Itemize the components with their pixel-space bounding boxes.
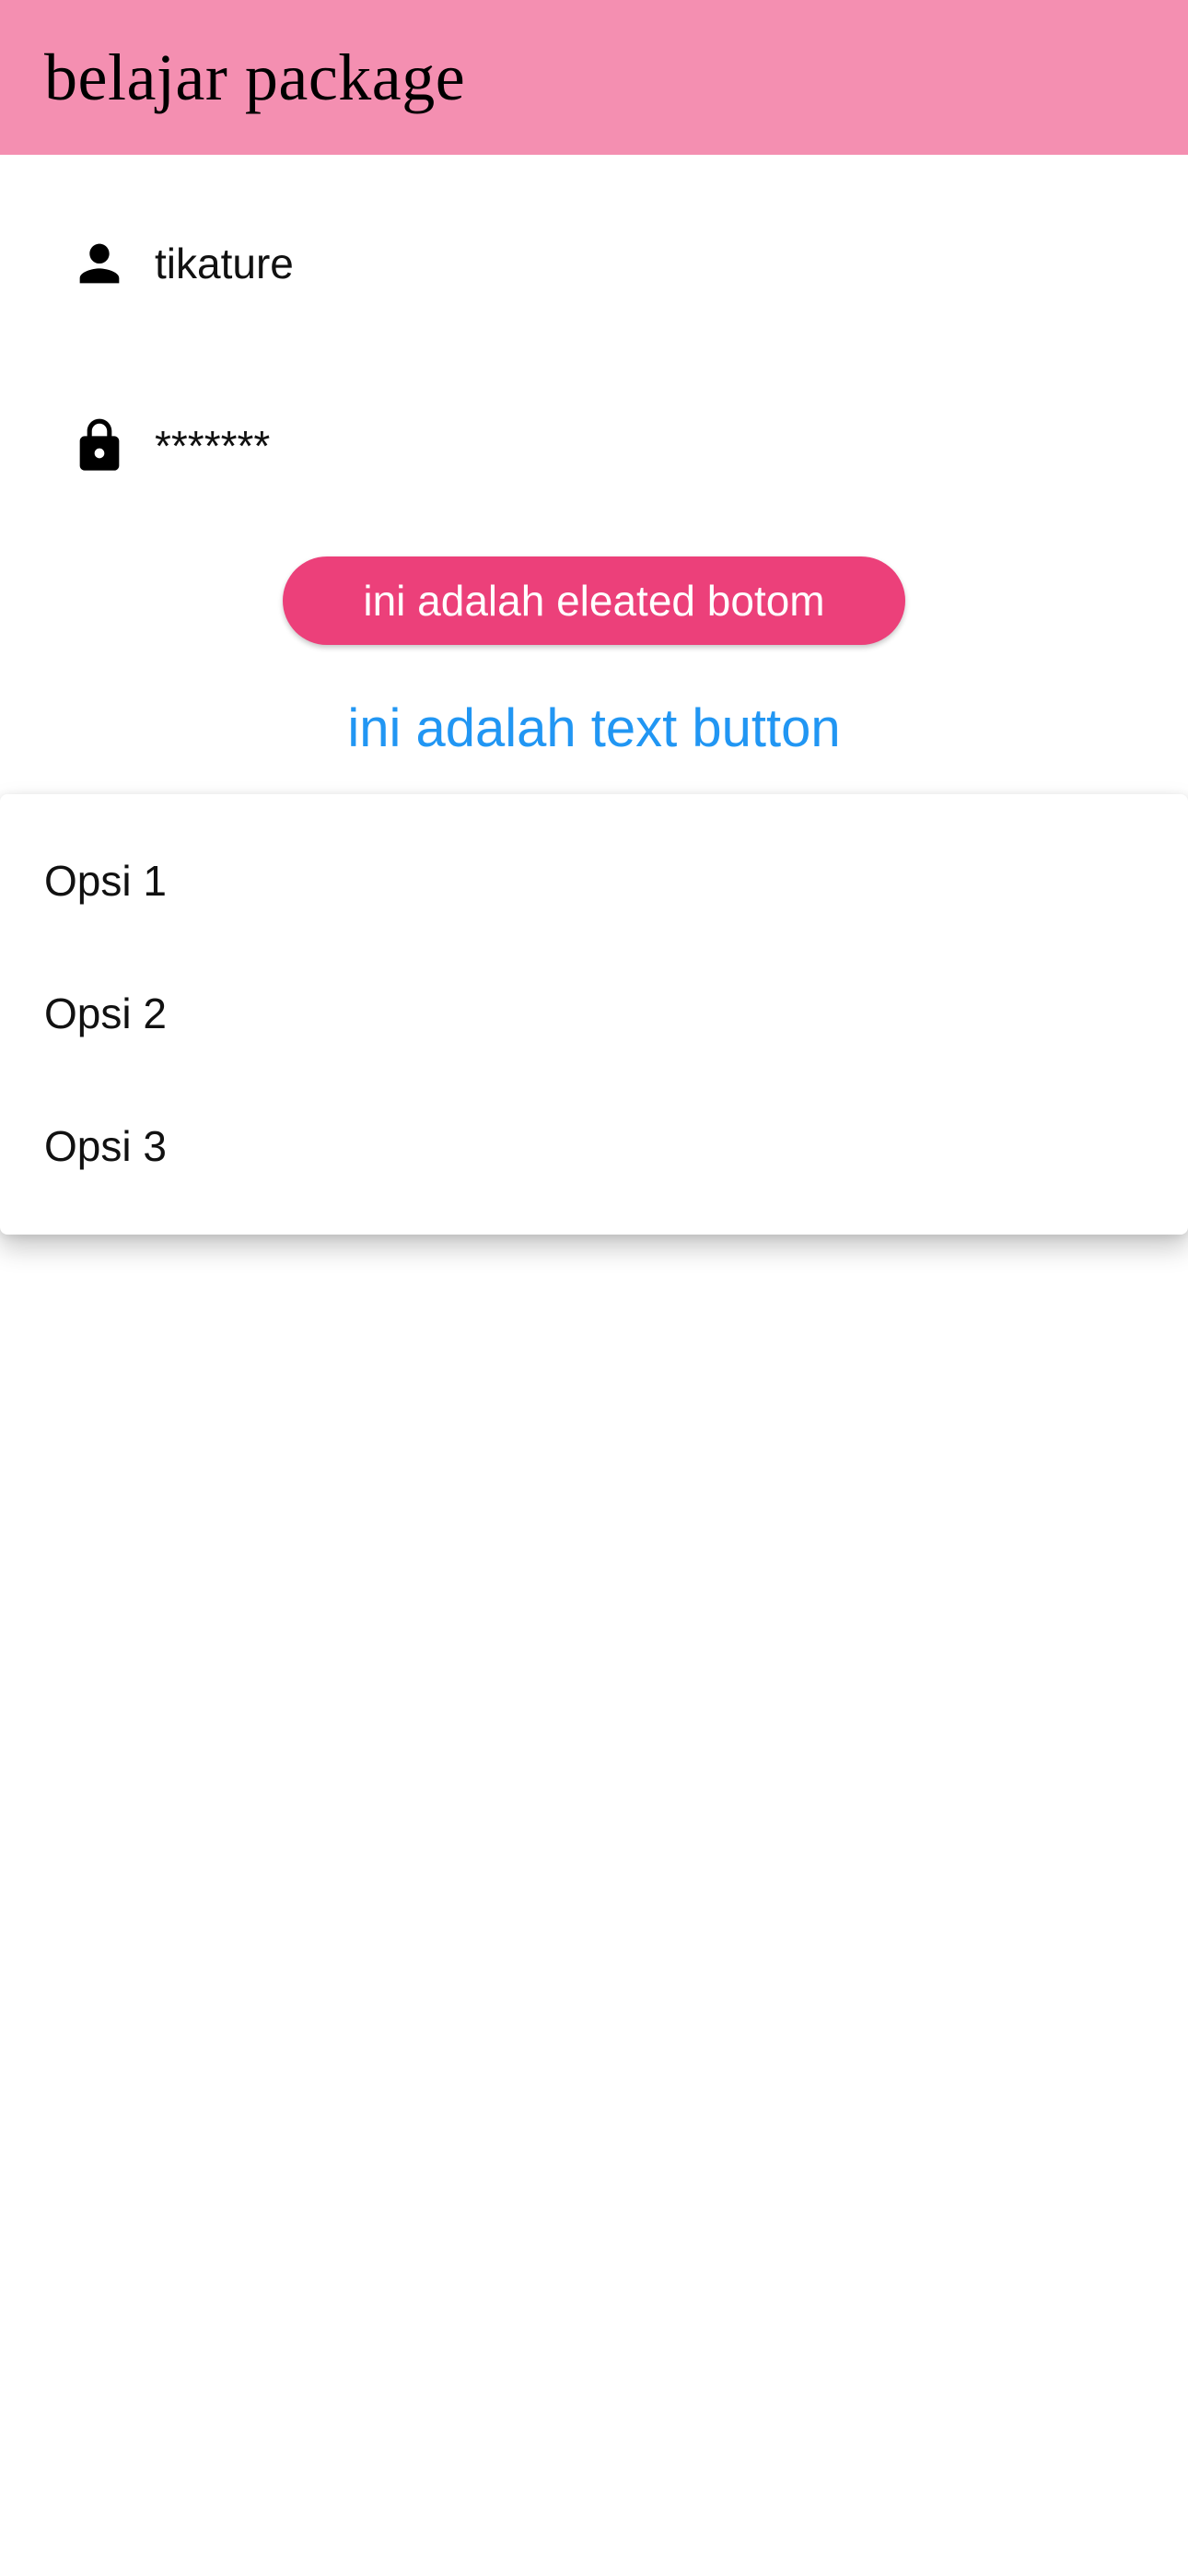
elevated-button[interactable]: ini adalah eleated botom [283,556,905,645]
password-value: ******* [155,422,271,470]
text-button[interactable]: ini adalah text button [276,682,912,774]
username-field[interactable]: tikature [0,212,1188,313]
menu-item-label: Opsi 1 [44,857,167,905]
app-title: belajar package [44,41,466,114]
menu-item-opsi-1[interactable]: Opsi 1 [0,814,1188,947]
person-icon [79,243,120,284]
app-bar: belajar package [0,0,1188,155]
password-field[interactable]: ******* [0,394,1188,496]
menu-item-opsi-2[interactable]: Opsi 2 [0,947,1188,1080]
username-value: tikature [155,240,294,287]
lock-icon [79,418,120,471]
menu-item-label: Opsi 3 [44,1122,167,1170]
popup-menu: Opsi 1 Opsi 2 Opsi 3 [0,794,1188,1235]
menu-item-label: Opsi 2 [44,989,167,1037]
menu-item-opsi-3[interactable]: Opsi 3 [0,1080,1188,1212]
